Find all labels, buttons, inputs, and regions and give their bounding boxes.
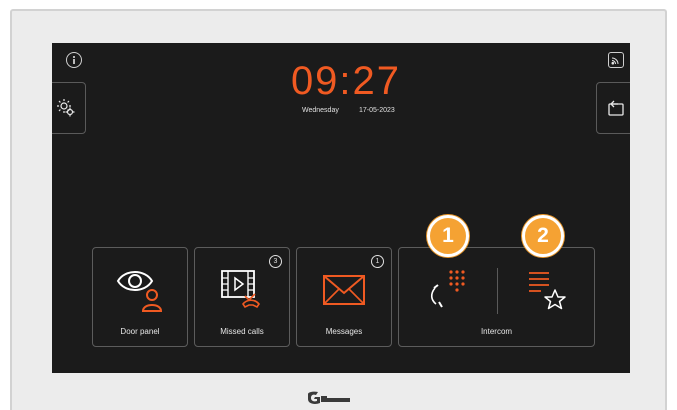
brand-logo — [308, 391, 350, 404]
clock-date: 17-05-2023 — [359, 107, 395, 114]
clock-time: 09:27 — [290, 59, 402, 103]
door-panel-label: Door panel — [120, 327, 160, 336]
back-arrow-icon — [608, 100, 624, 116]
back-button[interactable] — [596, 82, 630, 134]
wifi-signal-icon — [608, 52, 624, 68]
intercom-keypad-icon — [430, 270, 465, 308]
video-missed-call-icon — [221, 270, 260, 309]
intercom-tile[interactable]: Intercom — [398, 247, 595, 347]
settings-gears-icon — [57, 99, 75, 117]
callout-marker-1: 1 — [427, 215, 469, 257]
envelope-icon — [323, 275, 365, 305]
missed-calls-badge: 3 — [269, 255, 282, 268]
messages-label: Messages — [325, 327, 363, 336]
eye-user-icon — [116, 271, 163, 312]
intercom-label: Intercom — [480, 327, 513, 336]
messages-tile[interactable]: 1 Messages — [296, 247, 392, 347]
favorites-list-icon — [529, 272, 566, 310]
monitor-screen: 09:27 Wednesday 17-05-2023 Door panel 3 … — [52, 43, 630, 373]
info-icon[interactable] — [66, 52, 82, 68]
missed-calls-label: Missed calls — [220, 327, 264, 336]
door-panel-tile[interactable]: Door panel — [92, 247, 188, 347]
clock-day: Wednesday — [302, 107, 339, 114]
settings-button[interactable] — [52, 82, 86, 134]
callout-marker-2: 2 — [522, 215, 564, 257]
intercom-divider — [497, 268, 498, 314]
messages-badge: 1 — [371, 255, 384, 268]
missed-calls-tile[interactable]: 3 Missed calls — [194, 247, 290, 347]
